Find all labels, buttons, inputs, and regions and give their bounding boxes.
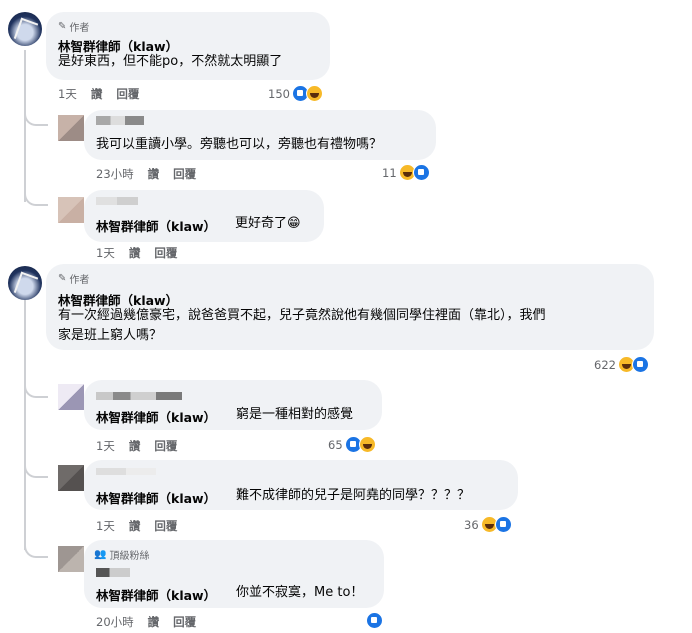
reaction-summary[interactable]: 36 xyxy=(464,516,512,533)
comment-actions: 1天 讚 回覆 xyxy=(58,86,153,102)
like-button[interactable]: 讚 xyxy=(129,438,141,454)
author-badge: ✎ 作者 xyxy=(58,19,89,34)
comment-text-body: 更好奇了 xyxy=(235,216,288,231)
avatar[interactable] xyxy=(58,384,84,410)
comment-time[interactable]: 1天 xyxy=(96,438,115,454)
reaction-summary[interactable]: 65 xyxy=(328,436,376,453)
reaction-summary[interactable]: 11 xyxy=(382,164,430,181)
author-badge-label: 作者 xyxy=(69,23,90,34)
like-reaction-icon xyxy=(366,612,383,629)
avatar[interactable] xyxy=(58,546,84,572)
like-reaction-icon xyxy=(631,356,649,373)
like-button[interactable]: 讚 xyxy=(129,245,141,261)
comment-actions: 1天 讚 回覆 xyxy=(96,245,191,261)
like-button[interactable]: 讚 xyxy=(148,166,160,182)
reply-button[interactable]: 回覆 xyxy=(154,438,177,454)
avatar[interactable] xyxy=(58,197,84,223)
reaction-count: 150 xyxy=(268,86,290,101)
like-reaction-icon xyxy=(494,516,512,533)
fan-badge: 👥 頂級粉絲 xyxy=(94,547,149,562)
author-badge: ✎ 作者 xyxy=(58,271,89,286)
comment-actions: 1天 讚 回覆 xyxy=(96,438,191,454)
reply-button[interactable]: 回覆 xyxy=(154,245,177,261)
reply-button[interactable]: 回覆 xyxy=(154,518,177,534)
comment-text: 家是班上窮人嗎？ xyxy=(58,328,163,343)
reaction-count: 65 xyxy=(328,437,343,452)
comment-text: 是好東西，但不能po，不然就太明顯了 xyxy=(58,54,283,69)
comment-actions: 23小時 讚 回覆 xyxy=(96,166,210,182)
reaction-summary[interactable] xyxy=(366,612,383,633)
reply-connector xyxy=(24,462,48,478)
thread-line xyxy=(24,300,26,550)
avatar[interactable] xyxy=(8,266,42,300)
pen-icon: ✎ xyxy=(58,273,67,284)
reaction-count: 622 xyxy=(594,357,616,372)
comment-text: 有一次經過幾億豪宅，說爸爸買不起，兒子竟然說他有幾個同學住裡面（靠北），我們 xyxy=(58,308,546,323)
avatar[interactable] xyxy=(8,12,42,46)
reply-connector xyxy=(24,110,48,126)
haha-reaction-icon xyxy=(358,436,376,453)
reply-connector xyxy=(24,382,48,398)
blurred-name xyxy=(96,116,144,125)
blurred-name xyxy=(96,468,156,475)
reaction-count: 36 xyxy=(464,517,479,532)
reply-button[interactable]: 回覆 xyxy=(116,86,139,102)
comment-time[interactable]: 1天 xyxy=(96,245,115,261)
comment-time[interactable]: 23小時 xyxy=(96,166,134,182)
comment-time[interactable]: 1天 xyxy=(96,518,115,534)
avatar[interactable] xyxy=(58,465,84,491)
reaction-summary[interactable]: 150 xyxy=(268,85,323,102)
author-badge-label: 作者 xyxy=(69,275,90,286)
fan-badge-icon: 👥 xyxy=(94,549,107,560)
blurred-name xyxy=(96,568,130,577)
reaction-summary[interactable]: 622 xyxy=(594,356,649,373)
grin-emoji-icon: 😁 xyxy=(287,216,301,231)
pen-icon: ✎ xyxy=(58,21,67,32)
comment-author[interactable]: 林智群律師（klaw） xyxy=(96,216,216,235)
comment-text: 你並不寂寞，Me to！ xyxy=(236,585,364,600)
comment-author[interactable]: 林智群律師（klaw） xyxy=(96,585,216,604)
like-button[interactable]: 讚 xyxy=(129,518,141,534)
like-reaction-icon xyxy=(412,164,430,181)
blurred-name xyxy=(96,197,138,205)
reaction-count: 11 xyxy=(382,165,397,180)
comment-text: 更好奇了😁 xyxy=(235,214,301,233)
fan-badge-label: 頂級粉絲 xyxy=(109,551,150,562)
blurred-name xyxy=(96,392,182,400)
comment-text: 難不成律師的兒子是阿堯的同學？？？？ xyxy=(236,488,471,503)
comment-text: 我可以重讀小學。旁聽也可以，旁聽也有禮物嗎？ xyxy=(96,137,383,152)
reply-button[interactable]: 回覆 xyxy=(173,166,196,182)
reply-connector xyxy=(24,542,48,558)
comment-time[interactable]: 1天 xyxy=(58,86,77,102)
like-button[interactable]: 讚 xyxy=(91,86,103,102)
comment-author[interactable]: 林智群律師（klaw） xyxy=(96,488,216,507)
thread-line xyxy=(24,50,26,202)
avatar[interactable] xyxy=(58,115,84,141)
comment-text: 窮是一種相對的感覺 xyxy=(236,407,354,422)
haha-reaction-icon xyxy=(305,85,323,102)
reply-connector xyxy=(24,190,48,206)
comment-author[interactable]: 林智群律師（klaw） xyxy=(96,407,216,426)
comment-actions: 1天 讚 回覆 xyxy=(96,518,191,534)
